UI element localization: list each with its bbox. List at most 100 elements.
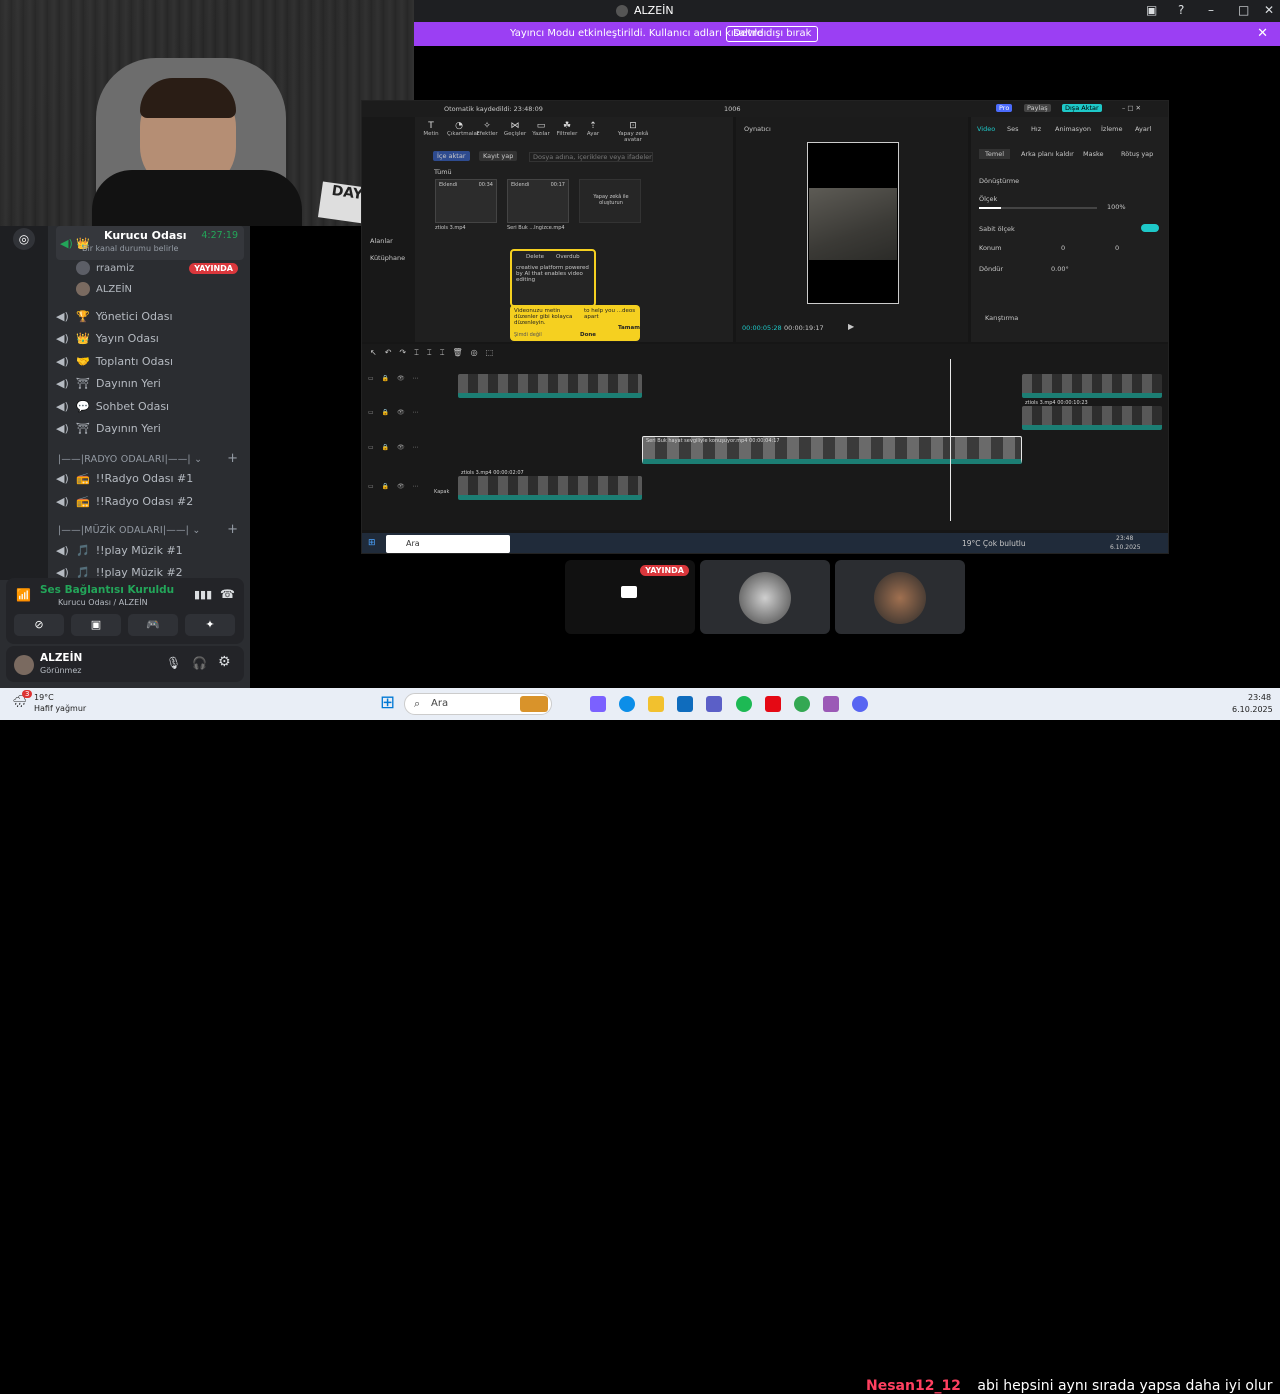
radio-channel[interactable]: ◀) 📻 !!Radyo Odası #1 (56, 468, 193, 488)
rotate-value[interactable]: 0.00° (1051, 265, 1069, 273)
file-explorer-icon[interactable] (648, 696, 664, 712)
spotify-icon[interactable] (736, 696, 752, 712)
pro-badge[interactable]: Pro (996, 104, 1013, 112)
avatar[interactable] (14, 655, 34, 675)
track-controls[interactable]: ▭ 🔒 👁 ⋯ (368, 483, 421, 490)
record-button[interactable]: Kayıt yap (479, 151, 518, 161)
props-subtab[interactable]: Temel (979, 149, 1011, 159)
add-channel-icon[interactable]: + (227, 451, 238, 466)
import-button[interactable]: İçe aktar (433, 151, 470, 161)
close-icon[interactable]: ✕ (1264, 3, 1274, 17)
voice-channel[interactable]: ◀) ⛩ Dayının Yeri (56, 373, 161, 393)
camera-off-button[interactable]: ⊘ (14, 614, 64, 636)
widget-icon[interactable] (520, 696, 548, 712)
windows-start-icon[interactable]: ⊞ (368, 538, 376, 548)
activity-button[interactable]: 🎮 (128, 614, 178, 636)
teams-icon[interactable] (706, 696, 722, 712)
add-channel-icon[interactable]: + (227, 522, 238, 537)
voice-location[interactable]: Kurucu Odası / ALZEİN (58, 598, 148, 607)
copilot-icon[interactable] (590, 696, 606, 712)
voice-channel[interactable]: ◀) 🤝 Toplantı Odası (56, 351, 173, 371)
props-tab[interactable]: Hız (1031, 125, 1041, 133)
voice-channel[interactable]: ◀) 👑 Yayın Odası (56, 328, 159, 348)
play-icon[interactable]: ▶ (848, 322, 854, 331)
tool-adjust[interactable]: ⇡ Ayar (581, 121, 605, 137)
props-subtab[interactable]: Arka planı kaldır (1021, 150, 1074, 158)
voice-channel[interactable]: ◀) 🏆 Yönetici Odası (56, 306, 173, 326)
share-button[interactable]: Paylaş (1024, 104, 1051, 112)
export-button[interactable]: Dışa Aktar (1062, 104, 1102, 112)
channel-status-hint[interactable]: Bir kanal durumu belirle (82, 244, 178, 253)
timeline-clip-main[interactable]: Seri Buk hayat sevgiliyle konuşuyor.mp4 … (642, 436, 1022, 464)
track-controls[interactable]: ▭ 🔒 👁 ⋯ (368, 409, 421, 416)
position-x[interactable]: 0 (1061, 244, 1065, 252)
track-controls[interactable]: ▭ 🔒 👁 ⋯ (368, 375, 421, 382)
inbox-icon[interactable]: ▣ (1146, 3, 1157, 17)
disable-streamer-mode-button[interactable]: Devre dışı bırak (726, 26, 819, 42)
timeline-clip[interactable]: ztiols 3.mp4 00:00:10:23 (1022, 400, 1162, 430)
position-y[interactable]: 0 (1115, 244, 1119, 252)
category-radio[interactable]: |——|RADYO ODALARI|——| ⌄ (58, 454, 202, 465)
member-row[interactable]: ALZEİN (76, 280, 132, 298)
ai-create-card[interactable]: Yapay zekâ ile oluşturun (579, 179, 641, 223)
headphones-icon[interactable]: 🎧 (192, 656, 207, 670)
media-item[interactable]: Eklendi 00:34 (435, 179, 497, 223)
timeline-clip[interactable] (458, 374, 642, 398)
discord-icon[interactable] (852, 696, 868, 712)
tool-effects[interactable]: ✧ Efektler (475, 121, 499, 137)
timeline-clip[interactable] (1022, 374, 1162, 398)
music-channel[interactable]: ◀) 🎵 !!play Müzik #1 (56, 540, 183, 560)
soundboard-button[interactable]: ✦ (185, 614, 235, 636)
voice-status[interactable]: Ses Bağlantısı Kuruldu (40, 584, 174, 596)
voice-channel[interactable]: ◀) ⛩ Dayının Yeri (56, 418, 161, 438)
participant-thumbnail[interactable] (835, 560, 965, 634)
media-search-input[interactable]: Dosya adına, içeriklere veya ifadelerine… (529, 152, 653, 162)
close-icon[interactable]: ✕ (1257, 26, 1268, 41)
tip-done[interactable]: Tamam (618, 325, 640, 331)
minimize-icon[interactable]: – (1208, 3, 1214, 17)
playhead[interactable] (950, 359, 951, 521)
category-music[interactable]: |——|MÜZİK ODALARI|——| ⌄ (58, 525, 200, 536)
props-subtab[interactable]: Maske (1083, 150, 1104, 158)
discord-home-icon[interactable]: ◎ (13, 228, 35, 250)
tool-stickers[interactable]: ◔ Çıkartmalar (447, 121, 479, 137)
tool-transitions[interactable]: ⋈ Geçişler (503, 121, 527, 137)
noise-suppression-icon[interactable]: ▮▮▮ (194, 588, 212, 601)
stream-thumbnail[interactable]: YAYINDA (565, 560, 695, 634)
scale-slider[interactable] (979, 207, 1097, 209)
tooltip-overdub[interactable]: Overdub (556, 254, 580, 260)
side-item[interactable]: Alanlar (370, 237, 393, 245)
disconnect-icon[interactable]: ☎ (220, 587, 235, 601)
channel-current[interactable]: ◀) 👑 Kurucu Odası 4:27:19 Bir kanal duru… (56, 226, 244, 260)
tip-try[interactable]: Şimdi değil (514, 332, 542, 338)
chrome-icon[interactable] (794, 696, 810, 712)
tip-done2[interactable]: Done (580, 332, 596, 338)
timeline-tools[interactable]: ↖↶↷⌶⌶⌶🗑◎⬚ (370, 348, 501, 358)
microphone-icon[interactable]: 🎙 (166, 656, 181, 670)
track-controls[interactable]: ▭ 🔒 👁 ⋯ (368, 444, 421, 451)
app-icon[interactable] (823, 696, 839, 712)
props-tab[interactable]: İzleme (1101, 125, 1122, 133)
outlook-icon[interactable] (677, 696, 693, 712)
cover-label[interactable]: Kapak (434, 489, 449, 495)
shared-screen[interactable]: Otomatik kaydedildi: 23:48:09 1006 Pro P… (361, 100, 1169, 554)
timeline-clip[interactable]: ztiols 3.mp4 00:00:02:07 (458, 470, 642, 500)
maximize-icon[interactable]: □ (1238, 3, 1249, 17)
props-tab[interactable]: Ses (1007, 125, 1019, 133)
tool-text[interactable]: T Metin (419, 121, 443, 137)
tool-captions[interactable]: ▭ Yazılar (529, 121, 553, 137)
props-tab[interactable]: Video (977, 125, 995, 133)
radio-channel[interactable]: ◀) 📻 !!Radyo Odası #2 (56, 491, 193, 511)
side-item[interactable]: Kütüphane (370, 254, 405, 262)
edge-icon[interactable] (619, 696, 635, 712)
tooltip-delete[interactable]: Delete (526, 254, 544, 260)
remote-search[interactable]: Ara (386, 535, 510, 553)
screen-share-button[interactable]: ▣ (71, 614, 121, 636)
props-subtab[interactable]: Rötuş yap (1121, 150, 1153, 158)
settings-icon[interactable]: ⚙ (218, 654, 231, 670)
tool-ai-avatar[interactable]: ⊡ Yapay zekâ avatar (611, 121, 655, 143)
windows-start-icon[interactable]: ⊞ (380, 692, 395, 713)
props-tab[interactable]: Ayarl (1135, 125, 1151, 133)
tool-filters[interactable]: ☘ Filtreler (555, 121, 579, 137)
help-icon[interactable]: ? (1178, 3, 1184, 17)
